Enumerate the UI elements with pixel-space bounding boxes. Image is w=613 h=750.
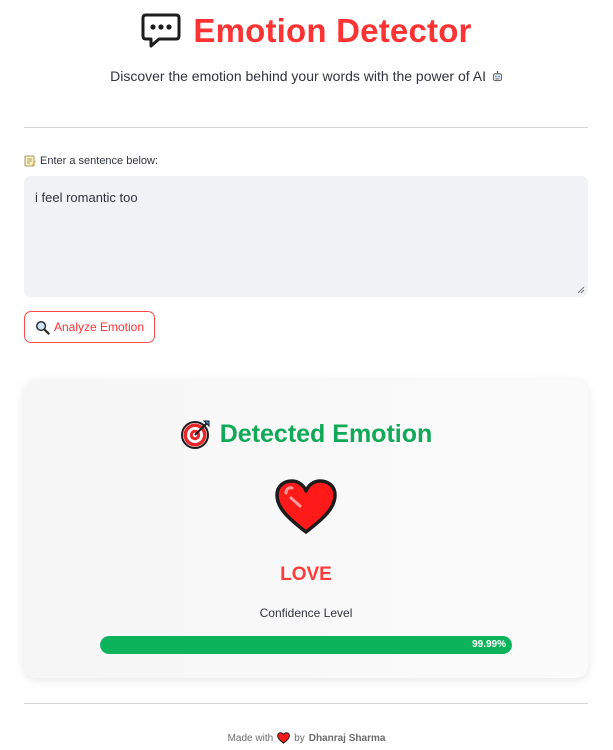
heart-icon [277, 732, 291, 744]
result-card: Detected Emotion LOVE Confidence Level 9… [24, 380, 588, 678]
robot-icon [492, 71, 502, 82]
heart-icon [275, 479, 337, 534]
sentence-input-value: i feel romantic too [35, 190, 138, 205]
confidence-progress-fill [100, 636, 512, 654]
header-divider [24, 127, 588, 128]
resize-handle-icon[interactable] [576, 285, 585, 294]
subtitle-text: Discover the emotion behind your words w… [110, 68, 486, 84]
emotion-label: LOVE [280, 564, 332, 585]
page-title: Emotion Detector [193, 12, 472, 49]
footer: Made with by Dhanraj Sharma [0, 732, 613, 744]
analyze-button-label: Analyze Emotion [53, 320, 145, 334]
speech-bubble-icon [141, 13, 181, 48]
footer-author: Dhanraj Sharma [308, 732, 386, 744]
subtitle: Discover the emotion behind your words w… [0, 68, 613, 84]
sentence-input[interactable]: i feel romantic too [24, 176, 588, 297]
memo-icon [24, 155, 36, 167]
confidence-label: Confidence Level [259, 606, 353, 620]
analyze-emotion-button[interactable]: Analyze Emotion [24, 311, 155, 343]
input-label: Enter a sentence below: [24, 155, 158, 167]
page: Emotion Detector Discover the emotion be… [0, 0, 613, 750]
result-title: Detected Emotion [24, 418, 588, 450]
footer-made-with: Made with [227, 732, 274, 744]
input-label-text: Enter a sentence below: [40, 155, 159, 167]
result-title-text: Detected Emotion [219, 419, 433, 448]
header: Emotion Detector [0, 12, 613, 50]
magnifier-icon [36, 320, 50, 335]
target-icon [180, 420, 210, 449]
confidence-value: 99.99% [472, 639, 506, 650]
footer-by: by [294, 732, 305, 744]
confidence-progress-bar: 99.99% [100, 636, 512, 654]
footer-divider [24, 703, 588, 704]
